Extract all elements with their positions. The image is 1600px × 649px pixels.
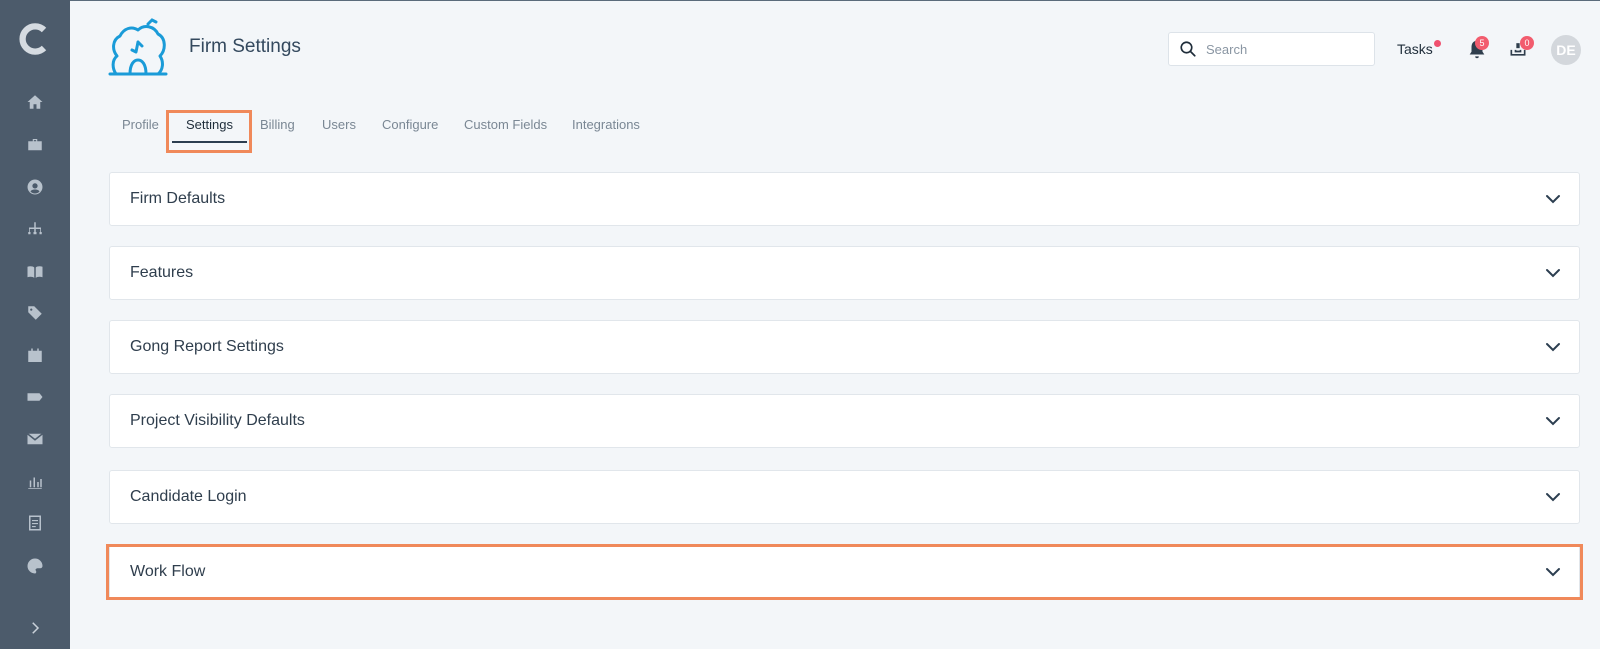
sidebar-palette-icon[interactable] [19, 550, 51, 582]
panel-title: Project Visibility Defaults [130, 412, 305, 429]
chevron-down-icon [1546, 568, 1560, 577]
panel-firm-defaults[interactable]: Firm Defaults [109, 172, 1580, 226]
tab-configure[interactable]: Configure [382, 117, 438, 132]
sidebar-book-icon[interactable] [19, 256, 51, 288]
sidebar-tags-icon[interactable] [19, 297, 51, 329]
tab-billing[interactable]: Billing [260, 117, 295, 132]
firm-logo [108, 16, 168, 80]
search-box[interactable] [1168, 32, 1375, 66]
panel-title: Gong Report Settings [130, 338, 284, 355]
app-logo[interactable] [14, 18, 56, 60]
panel-title: Features [130, 264, 194, 281]
tab-integrations[interactable]: Integrations [572, 117, 640, 132]
sidebar-user-circle-icon[interactable] [19, 171, 51, 203]
sidebar-ticket-icon[interactable] [19, 381, 51, 413]
sidebar-mail-icon[interactable] [19, 423, 51, 455]
panel-title: Candidate Login [130, 488, 247, 505]
chevron-down-icon [1546, 417, 1560, 426]
chevron-down-icon [1546, 493, 1560, 502]
panel-features[interactable]: Features [109, 246, 1580, 300]
sidebar-bar-chart-icon[interactable] [19, 466, 51, 498]
sidebar-calendar-icon[interactable] [19, 340, 51, 372]
search-input[interactable] [1206, 41, 1356, 57]
panel-title: Work Flow [130, 563, 206, 580]
panel-project-visibility-defaults[interactable]: Project Visibility Defaults [109, 394, 1580, 448]
settings-tab-highlight [166, 110, 252, 153]
user-avatar[interactable]: DE [1551, 35, 1581, 65]
tasks-indicator-dot [1434, 40, 1441, 47]
sidebar-expand-chevron-right-icon[interactable] [19, 612, 51, 644]
inbox-badge: 0 [1520, 36, 1534, 50]
top-border [0, 0, 1600, 1]
tasks-link[interactable]: Tasks [1397, 41, 1433, 57]
sidebar-org-chart-icon[interactable] [19, 213, 51, 245]
search-icon [1180, 41, 1196, 57]
sidebar-home-icon[interactable] [19, 86, 51, 118]
panel-gong-report-settings[interactable]: Gong Report Settings [109, 320, 1580, 374]
notifications-badge: 5 [1475, 36, 1489, 50]
chevron-down-icon [1546, 195, 1560, 204]
panel-work-flow[interactable]: Work Flow [109, 545, 1580, 599]
tab-profile[interactable]: Profile [122, 117, 159, 132]
panel-candidate-login[interactable]: Candidate Login [109, 470, 1580, 524]
tab-users[interactable]: Users [322, 117, 356, 132]
panel-title: Firm Defaults [130, 190, 226, 207]
chevron-down-icon [1546, 343, 1560, 352]
page-title: Firm Settings [189, 36, 301, 57]
sidebar-briefcase-icon[interactable] [19, 129, 51, 161]
sidebar-document-icon[interactable] [19, 507, 51, 539]
chevron-down-icon [1546, 269, 1560, 278]
tab-custom-fields[interactable]: Custom Fields [464, 117, 547, 132]
sidebar [0, 0, 70, 649]
